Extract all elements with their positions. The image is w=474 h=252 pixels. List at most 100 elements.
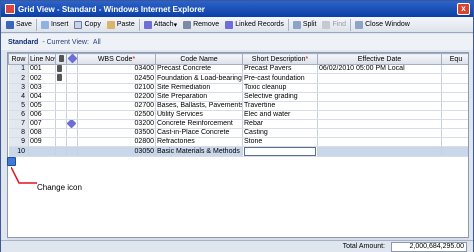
equ-cell[interactable] [441,101,468,111]
table-row[interactable]: 9 009 02800 Refractories Stone [8,137,468,148]
close-window-button[interactable]: Close Window [352,18,413,32]
wbs-code-cell[interactable]: 02500 [77,110,156,120]
link-cell[interactable] [66,92,78,102]
find-button[interactable]: Find [319,18,349,32]
line-no-cell[interactable]: 001 [28,64,56,75]
wbs-code-cell[interactable]: 03050 [77,146,156,158]
row-number-cell[interactable]: 9 [8,137,29,148]
row-number-cell[interactable]: 1 [8,64,29,75]
code-name-cell[interactable]: Site Remediation [155,83,243,93]
link-cell[interactable] [66,101,78,111]
line-no-cell[interactable]: 004 [28,92,56,102]
effective-date-cell[interactable]: 06/02/2010 05:00 PM Local [317,64,442,75]
insert-button[interactable]: Insert [38,18,72,32]
link-cell[interactable] [66,119,78,130]
row-number-cell[interactable]: 3 [8,83,29,93]
link-cell[interactable] [66,110,78,120]
code-name-cell[interactable]: Utility Services [155,110,243,120]
wbs-code-cell[interactable]: 03500 [77,128,156,139]
code-name-cell[interactable]: Cast-in-Place Concrete [155,128,243,139]
code-name-cell[interactable]: Concrete Reinforcement [155,119,243,130]
code-name-cell[interactable]: Foundation & Load-bearing [155,73,243,84]
link-cell[interactable] [66,137,78,148]
code-name-cell[interactable]: Refractories [155,137,243,148]
effective-date-cell[interactable] [317,110,442,120]
short-description-cell[interactable]: Precast Pavers [242,64,318,75]
line-no-cell[interactable]: 009 [28,137,56,148]
table-row[interactable]: 1 001 03400 Precast Concrete Precast Pavers 0… [8,64,468,75]
effective-date-cell[interactable] [317,146,442,158]
wbs-code-cell[interactable]: 03200 [77,119,156,130]
short-description-cell[interactable]: Pre-cast foundation [242,73,318,84]
column-header-line-no[interactable]: Line No▾ [28,53,56,65]
row-number-cell[interactable]: 4 [8,92,29,102]
equ-cell[interactable] [441,73,468,84]
attachment-cell[interactable] [55,92,67,102]
table-row[interactable]: 8 008 03500 Cast-in-Place Concrete Casting [8,128,468,139]
table-row[interactable]: 3 003 02100 Site Remediation Toxic cleanup [8,83,468,93]
effective-date-cell[interactable] [317,92,442,102]
attach-button[interactable]: Attach ▾ [141,18,180,32]
column-header-effective-date[interactable]: Effective Date [317,53,442,65]
link-cell[interactable] [66,128,78,139]
equ-cell[interactable] [441,92,468,102]
link-cell[interactable] [66,146,78,158]
save-button[interactable]: Save [3,18,35,32]
line-no-cell[interactable]: 003 [28,83,56,93]
short-description-cell[interactable]: Rebar [242,119,318,130]
wbs-code-cell[interactable]: 02700 [77,101,156,111]
column-header-short-description[interactable]: Short Description* [242,53,318,65]
attachment-cell[interactable] [55,83,67,93]
attachment-cell[interactable] [55,64,67,75]
linked-records-button[interactable]: Linked Records [222,18,287,32]
short-description-cell[interactable]: Elec and water [242,110,318,120]
short-description-cell[interactable]: Selective grading [242,92,318,102]
column-header-row[interactable]: Row [8,53,29,65]
wbs-code-cell[interactable]: 03400 [77,64,156,75]
equ-cell[interactable] [441,119,468,130]
effective-date-cell[interactable] [317,137,442,148]
link-cell[interactable] [66,73,78,84]
short-description-cell[interactable]: Travertine [242,101,318,111]
code-name-cell[interactable]: Bases, Ballasts, Pavements, [155,101,243,111]
table-row[interactable]: 6 006 02500 Utility Services Elec and water [8,110,468,120]
attachment-cell[interactable] [55,119,67,130]
equ-cell[interactable] [441,137,468,148]
column-header-attachments[interactable] [55,53,67,65]
row-number-cell[interactable]: 2 [8,73,29,84]
table-row[interactable]: 7 007 03200 Concrete Reinforcement Rebar [8,119,468,130]
equ-cell[interactable] [441,110,468,120]
table-row[interactable]: 5 005 02700 Bases, Ballasts, Pavements, Trav… [8,101,468,111]
equ-cell[interactable] [441,83,468,93]
column-header-links[interactable] [66,53,78,65]
paste-button[interactable]: Paste [104,18,138,32]
view-name[interactable]: Standard [8,39,38,46]
attachment-cell[interactable] [55,137,67,148]
line-no-cell[interactable] [28,146,56,158]
short-description-cell[interactable] [242,146,318,158]
row-number-cell[interactable]: 8 [8,128,29,139]
column-header-code-name[interactable]: Code Name [155,53,243,65]
current-view-value[interactable]: All [93,39,101,46]
short-description-cell[interactable]: Stone [242,137,318,148]
wbs-code-cell[interactable]: 02200 [77,92,156,102]
short-description-input[interactable] [244,147,316,156]
effective-date-cell[interactable] [317,83,442,93]
table-row[interactable]: 4 004 02200 Site Preparation Selective gradi… [8,92,468,102]
close-window-icon[interactable]: x [457,3,470,15]
code-name-cell[interactable]: Site Preparation [155,92,243,102]
table-row[interactable]: 2 002 02450 Foundation & Load-bearing Pre-ca… [8,73,468,84]
table-row[interactable]: 10 03050 Basic Materials & Methods [8,146,468,158]
attachment-cell[interactable] [55,128,67,139]
remove-button[interactable]: Remove [180,18,222,32]
line-no-cell[interactable]: 008 [28,128,56,139]
short-description-cell[interactable]: Casting [242,128,318,139]
effective-date-cell[interactable] [317,101,442,111]
column-header-equ[interactable]: Equ [441,53,468,65]
row-number-cell[interactable]: 7 [8,119,29,130]
row-number-cell[interactable]: 10 [8,146,29,158]
copy-button[interactable]: Copy [71,18,103,32]
document-icon[interactable] [57,74,62,82]
link-cell[interactable] [66,64,78,75]
code-name-cell[interactable]: Basic Materials & Methods [155,146,243,158]
